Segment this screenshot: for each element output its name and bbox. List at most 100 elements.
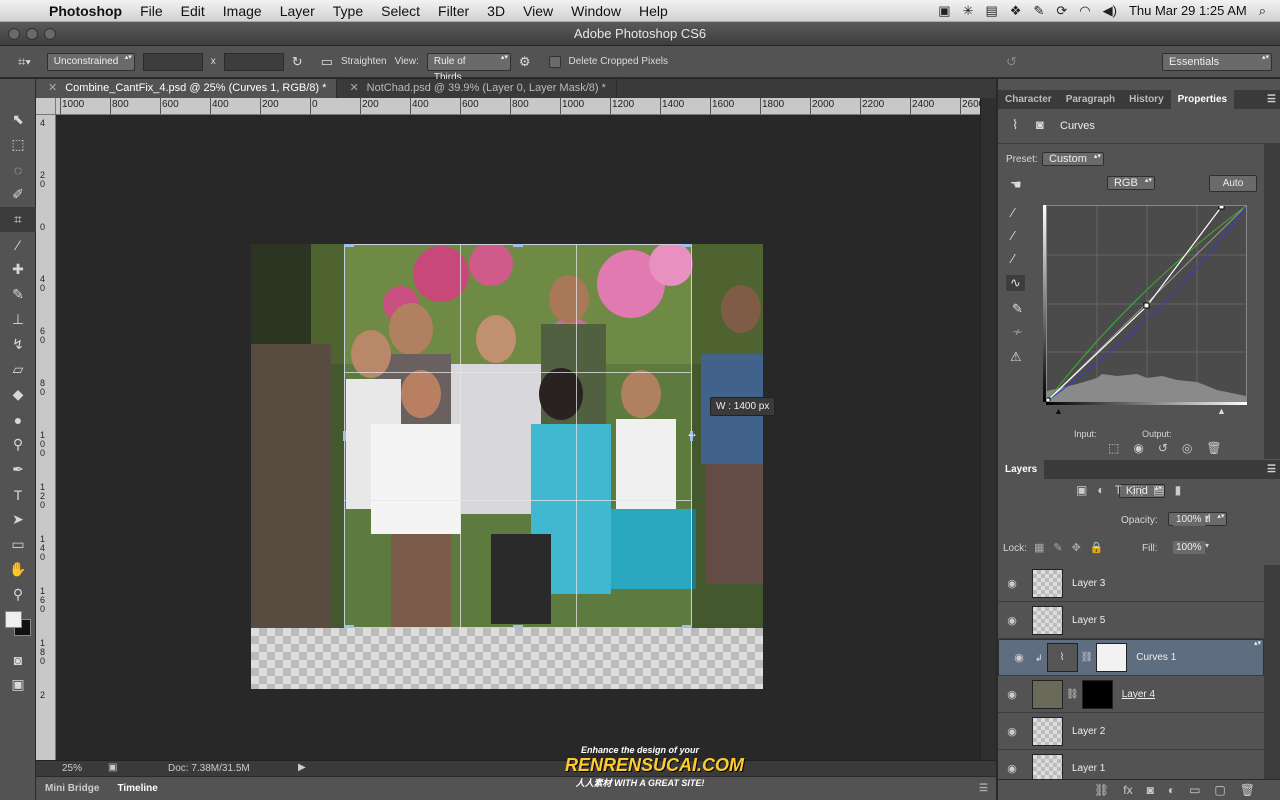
- new-adjustment-layer-icon[interactable]: ◐: [1168, 783, 1175, 797]
- blur-tool-icon[interactable]: ●: [0, 407, 36, 432]
- panel-menu-icon[interactable]: ☰: [979, 783, 988, 794]
- visibility-eye-icon[interactable]: ◉: [998, 614, 1026, 627]
- close-window-button[interactable]: [8, 28, 20, 40]
- reset-adjustment-icon[interactable]: ↺: [1158, 441, 1168, 455]
- layer-name[interactable]: Layer 4: [1122, 689, 1155, 700]
- lock-position-icon[interactable]: ✥: [1072, 541, 1081, 554]
- fill-field[interactable]: 100%: [1173, 541, 1205, 554]
- filter-smart-object-icon[interactable]: ▤: [1153, 483, 1164, 497]
- crop-width-field[interactable]: [142, 52, 203, 71]
- crop-handle-bottom-left[interactable]: [344, 625, 354, 628]
- zoom-level[interactable]: 25%: [62, 763, 82, 774]
- opacity-field[interactable]: 100%: [1173, 513, 1205, 526]
- marquee-tool-icon[interactable]: ⬚: [0, 132, 36, 157]
- close-tab-icon[interactable]: ✕: [349, 82, 358, 94]
- delete-adjustment-icon[interactable]: 🗑: [1206, 441, 1221, 455]
- visibility-eye-icon[interactable]: ◉: [998, 762, 1026, 775]
- visibility-eye-icon[interactable]: ◉: [998, 725, 1026, 738]
- swap-dimensions-icon[interactable]: ↻: [292, 54, 303, 70]
- menu-layer[interactable]: Layer: [271, 3, 324, 19]
- filter-pixel-icon[interactable]: ▣: [1076, 483, 1087, 497]
- dodge-tool-icon[interactable]: ⚲: [0, 432, 36, 457]
- white-point-slider[interactable]: ▲: [1217, 406, 1226, 416]
- brush-tool-icon[interactable]: ✎: [0, 282, 36, 307]
- workspace-select[interactable]: Essentials: [1162, 53, 1272, 71]
- fill-dropdown-icon[interactable]: ▾: [1205, 541, 1209, 550]
- layer-row-layer-1[interactable]: ◉ Layer 1: [998, 750, 1264, 779]
- pencil-draw-icon[interactable]: ✎: [1012, 301, 1023, 317]
- foreground-color-swatch[interactable]: [5, 611, 22, 628]
- layer-row-layer-5[interactable]: ◉ Layer 5: [998, 602, 1264, 639]
- delete-layer-icon[interactable]: 🗑: [1240, 783, 1255, 797]
- overlay-view-select[interactable]: Rule of Thirds: [426, 52, 511, 83]
- camera-icon[interactable]: ▣: [938, 3, 950, 19]
- new-group-icon[interactable]: ▭: [1189, 783, 1200, 797]
- crop-tool-preset-icon[interactable]: ⌗▾: [18, 54, 31, 70]
- crop-height-field[interactable]: [223, 52, 284, 71]
- clone-stamp-tool-icon[interactable]: ⊥: [0, 307, 36, 332]
- screen-mode-icon[interactable]: ▣: [0, 672, 36, 697]
- status-menu-arrow-icon[interactable]: ▶: [298, 762, 306, 773]
- ruler-origin[interactable]: [36, 98, 56, 115]
- layer-name[interactable]: Layer 1: [1072, 763, 1105, 774]
- pen-tool-icon[interactable]: ✒: [0, 457, 36, 482]
- tab-mini-bridge[interactable]: Mini Bridge: [36, 783, 108, 794]
- layer-name[interactable]: Layer 2: [1072, 726, 1105, 737]
- brightness-icon[interactable]: ✳: [963, 3, 974, 19]
- layer-row-curves-1[interactable]: ◉ ↲ ⌇ ⛓ Curves 1: [998, 639, 1264, 676]
- visibility-eye-icon[interactable]: ◉: [1005, 650, 1033, 666]
- tab-timeline[interactable]: Timeline: [108, 783, 166, 794]
- eyedropper-tool-icon[interactable]: ⁄: [0, 232, 36, 257]
- layer-mask-thumbnail[interactable]: [1096, 643, 1128, 672]
- clip-to-layer-icon[interactable]: ⬚: [1108, 441, 1119, 455]
- volume-icon[interactable]: ◀): [1103, 3, 1117, 19]
- tab-history[interactable]: History: [1122, 90, 1170, 109]
- layer-name[interactable]: Layer 3: [1072, 578, 1105, 589]
- paint-bucket-tool-icon[interactable]: ◆: [0, 382, 36, 407]
- curve-point-mid[interactable]: [1143, 302, 1150, 309]
- lock-pixels-icon[interactable]: ✎: [1053, 541, 1062, 554]
- history-brush-tool-icon[interactable]: ↯: [0, 332, 36, 357]
- layer-mask-icon[interactable]: ◙: [1036, 117, 1044, 132]
- gray-point-eyedropper-icon[interactable]: ⁄: [1012, 228, 1014, 243]
- quick-selection-tool-icon[interactable]: ✐: [0, 182, 36, 207]
- auto-button[interactable]: Auto: [1209, 175, 1257, 192]
- filter-adjustment-icon[interactable]: ◐: [1097, 483, 1104, 497]
- lasso-tool-icon[interactable]: ◌: [0, 157, 36, 182]
- filter-type-icon[interactable]: T: [1115, 483, 1122, 497]
- black-point-slider[interactable]: ▲: [1054, 406, 1063, 416]
- toggle-visibility-icon[interactable]: ◎: [1182, 441, 1192, 455]
- new-layer-icon[interactable]: ▢: [1214, 783, 1225, 797]
- menu-window[interactable]: Window: [562, 3, 630, 19]
- visibility-eye-icon[interactable]: ◉: [998, 577, 1026, 590]
- white-point-eyedropper-icon[interactable]: ⁄: [1012, 251, 1014, 266]
- crop-handle-top[interactable]: [513, 244, 523, 247]
- lock-all-icon[interactable]: 🔒: [1090, 541, 1104, 554]
- healing-brush-tool-icon[interactable]: ✚: [0, 257, 36, 282]
- filter-toggle-icon[interactable]: ▮: [1175, 483, 1182, 497]
- tab-layers[interactable]: Layers: [998, 460, 1045, 479]
- view-previous-icon[interactable]: ◉: [1133, 441, 1143, 455]
- menu-select[interactable]: Select: [372, 3, 429, 19]
- menu-image[interactable]: Image: [214, 3, 271, 19]
- curve-point-white[interactable]: [1218, 203, 1225, 210]
- smooth-curve-icon[interactable]: ≁: [1012, 324, 1023, 340]
- sync-icon[interactable]: ⟳: [1056, 3, 1067, 19]
- panel-menu-icon[interactable]: ☰: [1267, 460, 1280, 479]
- menu-view[interactable]: View: [514, 3, 562, 19]
- horizontal-ruler[interactable]: 1000 800 600 400 200 0 200 400 600 800 1000 1200 140…: [56, 98, 980, 115]
- hand-tool-icon[interactable]: ✋: [0, 557, 36, 582]
- curve-points-tool-icon[interactable]: ∿: [1006, 275, 1025, 291]
- menu-3d[interactable]: 3D: [478, 3, 514, 19]
- straighten-button[interactable]: Straighten: [341, 56, 387, 67]
- delete-cropped-checkbox[interactable]: [548, 55, 561, 68]
- clipping-warning-icon[interactable]: ⚠: [1010, 349, 1022, 365]
- visibility-eye-icon[interactable]: ◉: [998, 688, 1026, 701]
- mask-link-icon[interactable]: ⛓: [1066, 689, 1079, 700]
- layer-name[interactable]: Curves 1: [1136, 650, 1176, 666]
- on-image-adjustment-icon[interactable]: ☚: [1010, 177, 1022, 193]
- curves-graph[interactable]: [1044, 203, 1247, 404]
- zoom-tool-icon[interactable]: ⚲: [0, 582, 36, 607]
- panel-menu-icon[interactable]: ☰: [1267, 90, 1280, 109]
- filter-shape-icon[interactable]: ⬚: [1132, 483, 1143, 497]
